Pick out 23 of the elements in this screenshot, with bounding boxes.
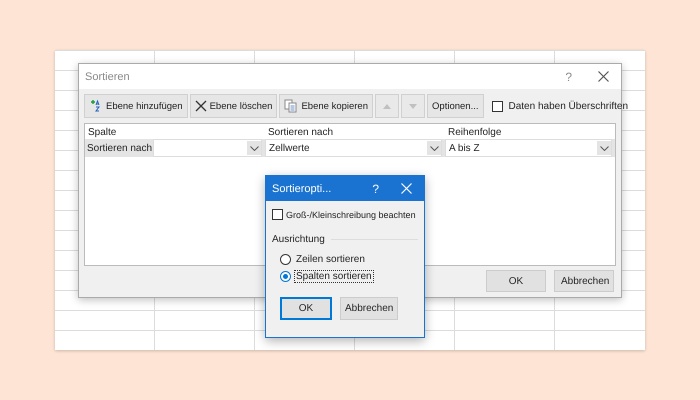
cancel-button[interactable]: Abbrechen xyxy=(554,270,614,292)
column-header: Sortieren nach xyxy=(267,126,334,139)
options-button[interactable]: Optionen... xyxy=(427,94,484,118)
window-title: Sortieren xyxy=(85,70,131,82)
radio-label: Spalten sortieren xyxy=(294,270,374,283)
help-button[interactable]: ? xyxy=(372,182,379,196)
radio-label: Zeilen sortieren xyxy=(295,253,366,266)
checkbox-label: Daten haben Überschriften xyxy=(508,100,628,112)
add-level-button[interactable]: Ebene hinzufügen xyxy=(84,94,188,118)
column-header: Reihenfolge xyxy=(447,126,502,139)
delete-level-button[interactable]: Ebene löschen xyxy=(190,94,278,118)
checkbox-label: Groß-/Kleinschreibung beachten xyxy=(286,210,416,220)
ok-button[interactable]: OK xyxy=(280,297,332,320)
group-label: Ausrichtung xyxy=(272,234,325,245)
order-dropdown[interactable]: A bis Z xyxy=(445,139,612,157)
column-header: Spalte xyxy=(87,126,118,139)
row-label: Sortieren nach xyxy=(86,142,153,154)
dialog-title: Sortieropti... xyxy=(272,182,332,194)
help-button[interactable]: ? xyxy=(565,70,572,84)
ok-button[interactable]: OK xyxy=(486,270,546,292)
sort-on-dropdown[interactable]: Zellwerte xyxy=(265,139,442,157)
copy-level-button[interactable]: Ebene kopieren xyxy=(279,94,374,118)
cancel-button[interactable]: Abbrechen xyxy=(340,297,398,320)
